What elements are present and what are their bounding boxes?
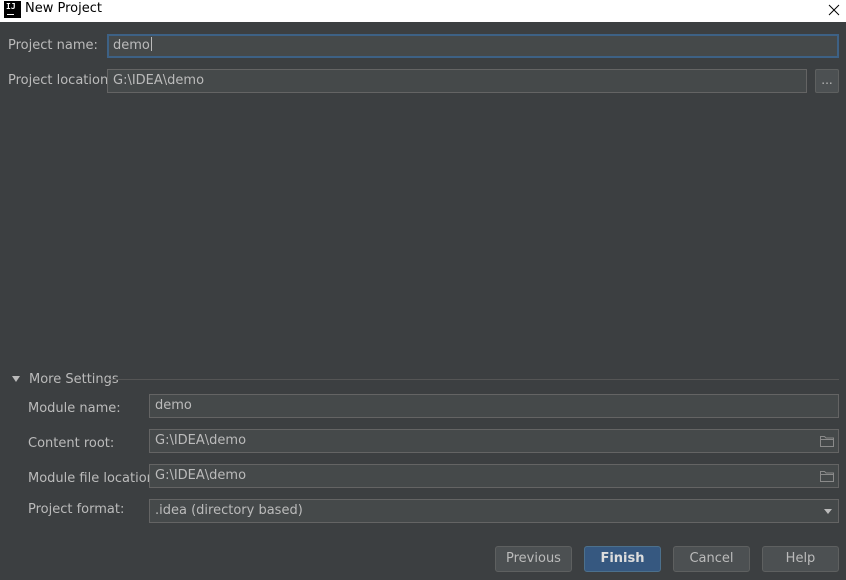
chevron-down-icon	[824, 509, 832, 514]
folder-icon[interactable]	[820, 470, 834, 482]
window-title: New Project	[25, 1, 102, 16]
content-root-input[interactable]: G:\IDEA\demo	[149, 429, 839, 453]
module-file-location-value: G:\IDEA\demo	[155, 468, 247, 483]
content-root-label: Content root:	[28, 436, 115, 451]
more-settings-title[interactable]: More Settings	[29, 372, 119, 388]
project-location-input[interactable]: G:\IDEA\demo	[107, 69, 807, 93]
cancel-button[interactable]: Cancel	[673, 546, 750, 572]
project-location-label: Project location:	[8, 73, 113, 88]
finish-button[interactable]: Finish	[584, 546, 661, 572]
close-icon	[828, 4, 840, 16]
content-root-value: G:\IDEA\demo	[155, 433, 247, 448]
help-button[interactable]: Help	[762, 546, 839, 572]
module-file-location-input[interactable]: G:\IDEA\demo	[149, 464, 839, 488]
module-name-input[interactable]: demo	[149, 394, 839, 418]
browse-button[interactable]: ...	[815, 69, 839, 93]
project-name-label-text: Project name:	[8, 38, 98, 53]
project-name-input[interactable]: demo	[107, 34, 839, 58]
app-icon-text: IJ	[6, 2, 16, 11]
title-bar: IJ New Project	[0, 0, 846, 22]
text-caret	[150, 37, 152, 51]
triangle-down-icon[interactable]	[12, 376, 20, 382]
project-format-label: Project format:	[28, 502, 125, 517]
project-format-value: .idea (directory based)	[155, 503, 303, 518]
close-button[interactable]	[822, 0, 846, 22]
previous-button[interactable]: Previous	[495, 546, 572, 572]
intellij-logo-icon: IJ	[4, 1, 21, 18]
project-location-value: G:\IDEA\demo	[113, 73, 205, 88]
module-name-label: Module name:	[28, 401, 121, 416]
folder-icon[interactable]	[820, 435, 834, 447]
module-file-location-label: Module file location:	[28, 471, 160, 486]
project-name-label: Project name:	[8, 38, 98, 54]
project-format-select[interactable]: .idea (directory based)	[149, 499, 839, 523]
module-name-value: demo	[155, 398, 192, 413]
project-name-value: demo	[113, 38, 150, 53]
section-divider	[109, 379, 839, 380]
